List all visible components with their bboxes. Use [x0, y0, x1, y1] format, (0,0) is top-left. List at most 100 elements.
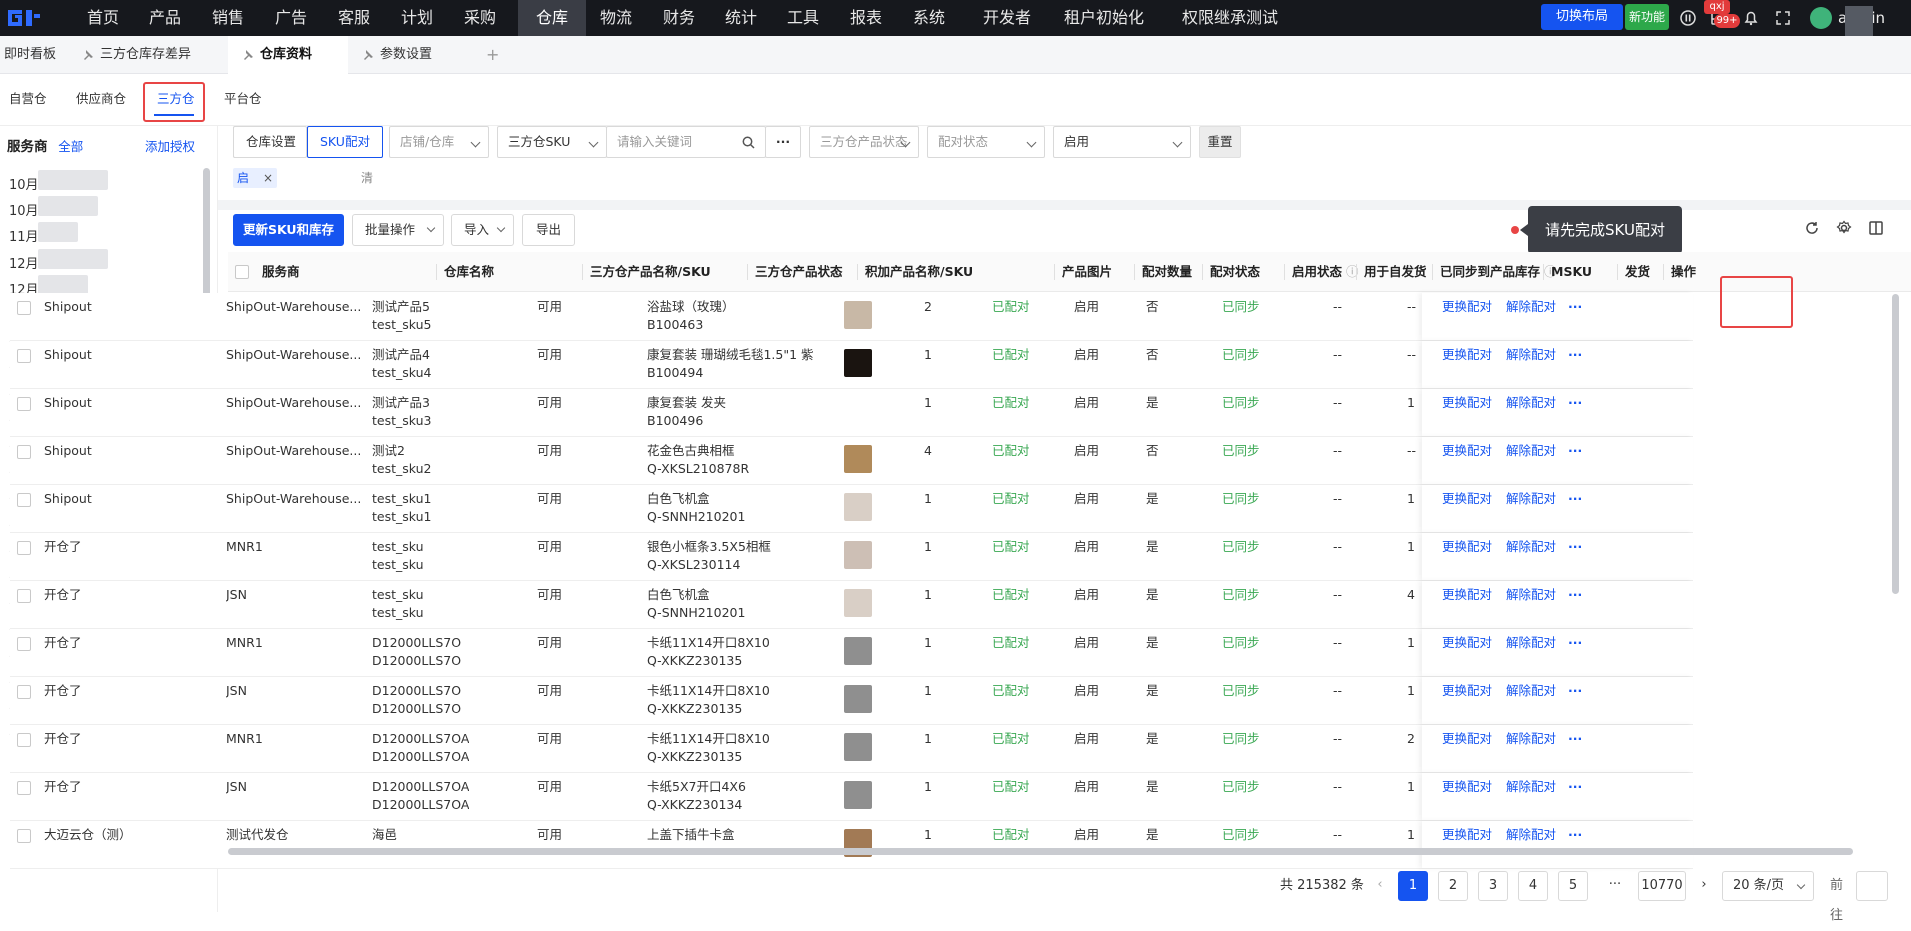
new-feature-button[interactable]: 新功能: [1625, 4, 1669, 30]
table-row[interactable]: 开仓了 MNR1 D12000LLS7O D12000LLS7O 可用 卡纸11X14开口…: [10, 629, 1693, 677]
more-actions-icon[interactable]: ···: [1568, 730, 1582, 748]
next-page-button[interactable]: ›: [1694, 871, 1714, 901]
page-button[interactable]: 4: [1518, 871, 1548, 901]
row-checkbox[interactable]: [17, 589, 31, 603]
change-pairing-link[interactable]: 更换配对: [1442, 538, 1492, 556]
unpair-link[interactable]: 解除配对: [1506, 778, 1556, 796]
column-header[interactable]: 服务商: [262, 252, 300, 292]
product-status-select[interactable]: 三方仓产品状态: [809, 126, 919, 158]
table-row[interactable]: Shipout ShipOut-Warehouse... 测试产品5 test_sku…: [10, 293, 1693, 341]
page-button[interactable]: 5: [1558, 871, 1588, 901]
tab-3pl-stock-diff[interactable]: 三方仓库存差异: [82, 36, 191, 74]
horizontal-scrollbar[interactable]: [228, 848, 1853, 855]
change-pairing-link[interactable]: 更换配对: [1442, 490, 1492, 508]
tab-param-settings[interactable]: 参数设置: [362, 36, 432, 74]
add-tab-button[interactable]: +: [486, 36, 499, 74]
update-sku-stock-button[interactable]: 更新SKU和库存: [233, 214, 344, 246]
column-header[interactable]: MSKU: [1543, 252, 1592, 292]
change-pairing-link[interactable]: 更换配对: [1442, 442, 1492, 460]
page-button[interactable]: 2: [1438, 871, 1468, 901]
clear-all-link[interactable]: 清除全部: [361, 168, 373, 245]
more-actions-icon[interactable]: ···: [1568, 778, 1582, 796]
nav-item[interactable]: 物流: [585, 0, 647, 36]
unpair-link[interactable]: 解除配对: [1506, 538, 1556, 556]
row-checkbox[interactable]: [17, 637, 31, 651]
nav-item[interactable]: 广告: [260, 0, 322, 36]
change-pairing-link[interactable]: 更换配对: [1442, 730, 1492, 748]
table-row[interactable]: Shipout ShipOut-Warehouse... 测试产品4 test_sku…: [10, 341, 1693, 389]
batch-ops-button[interactable]: 批量操作: [352, 214, 444, 246]
pair-status-select[interactable]: 配对状态: [927, 126, 1045, 158]
tab-warehouse-info[interactable]: 仓库资料: [228, 36, 348, 74]
nav-item[interactable]: 产品: [134, 0, 196, 36]
unpair-link[interactable]: 解除配对: [1506, 298, 1556, 316]
add-authorization-link[interactable]: 添加授权: [145, 132, 195, 162]
more-search-button[interactable]: ···: [765, 126, 801, 158]
change-pairing-link[interactable]: 更换配对: [1442, 682, 1492, 700]
product-thumbnail[interactable]: [844, 589, 872, 617]
store-warehouse-select[interactable]: 店铺/仓库: [389, 126, 489, 158]
column-header[interactable]: 操作: [1663, 252, 1696, 292]
product-thumbnail[interactable]: [844, 301, 872, 329]
bell-icon[interactable]: [1742, 9, 1760, 27]
unpair-link[interactable]: 解除配对: [1506, 490, 1556, 508]
change-pairing-link[interactable]: 更换配对: [1442, 826, 1492, 844]
fullscreen-icon[interactable]: [1774, 9, 1792, 27]
column-header[interactable]: 发货: [1617, 252, 1650, 292]
pager-ellipsis[interactable]: ···: [1600, 871, 1630, 901]
more-actions-icon[interactable]: ···: [1568, 826, 1582, 844]
nav-item[interactable]: 系统: [898, 0, 960, 36]
row-checkbox[interactable]: [17, 541, 31, 555]
change-pairing-link[interactable]: 更换配对: [1442, 346, 1492, 364]
more-actions-icon[interactable]: ···: [1568, 346, 1582, 364]
page-size-select[interactable]: 20 条/页: [1722, 871, 1814, 901]
row-checkbox[interactable]: [17, 301, 31, 315]
refresh-icon[interactable]: [1804, 220, 1820, 236]
sidebar-item[interactable]: 10月: [9, 200, 39, 219]
seg-sku-pairing-button[interactable]: SKU配对: [307, 126, 383, 158]
settings-gear-icon[interactable]: [1836, 220, 1852, 236]
last-page-button[interactable]: 10770: [1638, 871, 1686, 901]
nav-item[interactable]: 开发者: [968, 0, 1046, 36]
more-actions-icon[interactable]: ···: [1568, 634, 1582, 652]
unpair-link[interactable]: 解除配对: [1506, 442, 1556, 460]
sidebar-item[interactable]: 10月: [9, 174, 39, 193]
table-row[interactable]: Shipout ShipOut-Warehouse... 测试2 test_sku2 可…: [10, 437, 1693, 485]
row-checkbox[interactable]: [17, 685, 31, 699]
more-actions-icon[interactable]: ···: [1568, 442, 1582, 460]
column-header[interactable]: 三方仓产品状态: [747, 252, 843, 292]
more-actions-icon[interactable]: ···: [1568, 586, 1582, 604]
table-row[interactable]: Shipout ShipOut-Warehouse... test_sku1 test…: [10, 485, 1693, 533]
change-pairing-link[interactable]: 更换配对: [1442, 394, 1492, 412]
nav-item[interactable]: 客服: [323, 0, 385, 36]
column-layout-icon[interactable]: [1868, 220, 1884, 236]
nav-item[interactable]: 报表: [835, 0, 897, 36]
more-actions-icon[interactable]: ···: [1568, 682, 1582, 700]
row-checkbox[interactable]: [17, 349, 31, 363]
nav-item[interactable]: 租户初始化: [1052, 0, 1156, 36]
table-row[interactable]: 大迈云仓（测） 测试代发仓 海邑 可用 上盖下插牛卡盒 1 已配对 启用 是 已同步 -- 1 更换配对…: [10, 821, 1693, 869]
nav-item[interactable]: 仓库: [518, 0, 586, 36]
row-checkbox[interactable]: [17, 445, 31, 459]
change-pairing-link[interactable]: 更换配对: [1442, 634, 1492, 652]
column-header[interactable]: 启用状态 ⓘ: [1284, 252, 1359, 292]
change-pairing-link[interactable]: 更换配对: [1442, 298, 1492, 316]
enable-status-select[interactable]: 启用: [1053, 126, 1191, 158]
unpair-link[interactable]: 解除配对: [1506, 682, 1556, 700]
switch-layout-button[interactable]: 切换布局: [1541, 4, 1623, 30]
more-actions-icon[interactable]: ···: [1568, 298, 1582, 316]
column-header[interactable]: 用于自发货: [1356, 252, 1427, 292]
unpair-link[interactable]: 解除配对: [1506, 634, 1556, 652]
vertical-scrollbar[interactable]: [1892, 294, 1899, 594]
pause-circle-icon[interactable]: [1679, 9, 1697, 27]
row-checkbox[interactable]: [17, 829, 31, 843]
unpair-link[interactable]: 解除配对: [1506, 730, 1556, 748]
product-thumbnail[interactable]: [844, 493, 872, 521]
product-thumbnail[interactable]: [844, 349, 872, 377]
row-checkbox[interactable]: [17, 397, 31, 411]
unpair-link[interactable]: 解除配对: [1506, 394, 1556, 412]
subtab-supplier-warehouse[interactable]: 供应商仓: [76, 88, 126, 107]
product-thumbnail[interactable]: [844, 685, 872, 713]
more-actions-icon[interactable]: ···: [1568, 538, 1582, 556]
unpair-link[interactable]: 解除配对: [1506, 346, 1556, 364]
